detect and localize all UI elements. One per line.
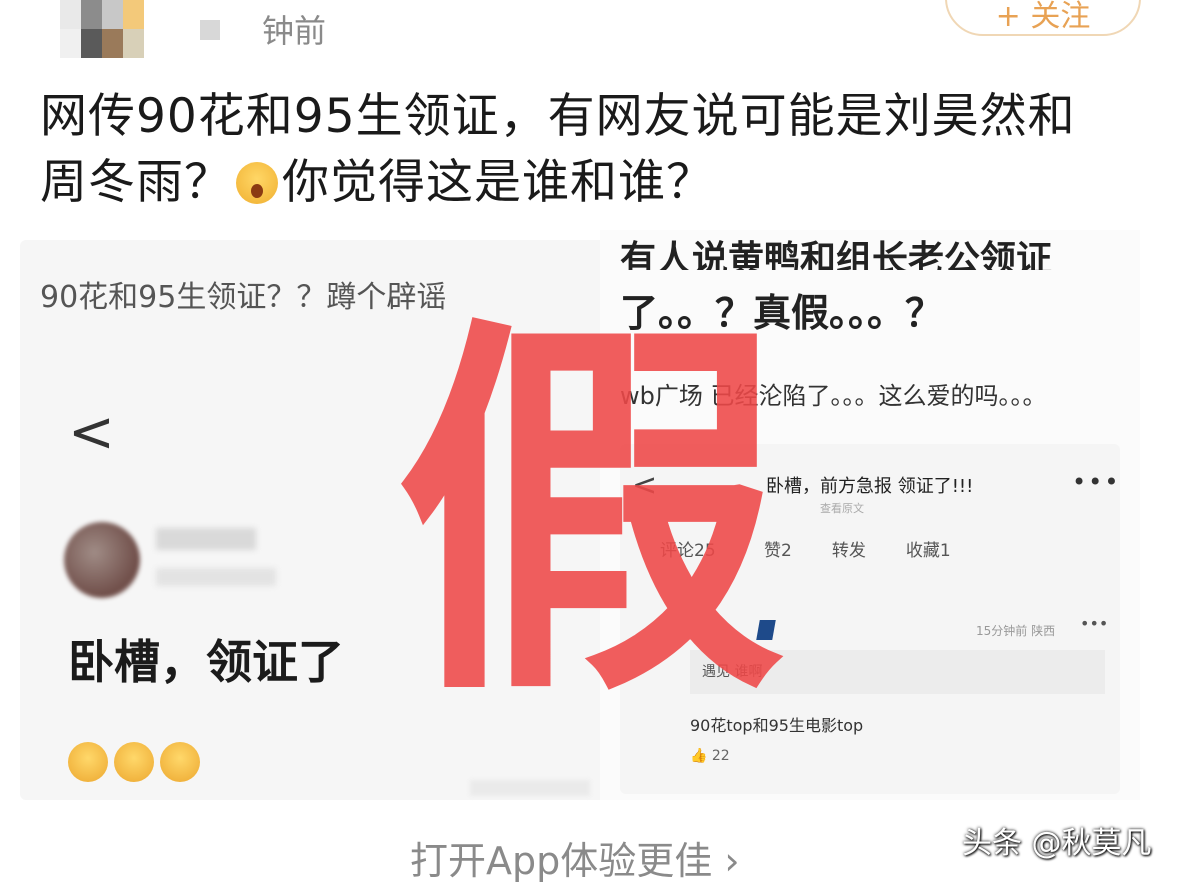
post-line-2: 周冬雨？ 你觉得这是谁和谁？ [40,150,1120,216]
worried-face-icon [160,742,200,782]
card-title: 卧槽，前方急报 领证了!!! [766,476,974,497]
blurred-avatar [64,522,140,598]
more-icon: ••• [1072,468,1121,496]
worried-face-icon [68,742,108,782]
username-blurred [200,20,220,40]
shocked-face-icon [236,162,278,204]
post-line-2b: 你觉得这是谁和谁？ [282,155,714,210]
weibo-card: < 卧槽，前方急报 领证了!!! 查看原文 ••• 评论25 赞2 转发 收藏1… [620,444,1120,794]
worried-face-icon [114,742,154,782]
blurred-subtitle [156,568,276,586]
left-big-text: 卧槽，领证了 [68,635,344,689]
right-line-3: wb广场 已经沦陷了。。。这么爱的吗。。。 [620,382,1047,410]
blurred-watermark [470,780,590,796]
post-line-1: 网传90花和95生领证，有网友说可能是刘昊然和 [40,89,1076,144]
card-tabs: 赞2 转发 收藏1 [764,536,951,561]
post-image[interactable]: 90花和95生领证？？蹲个辟谣 < 卧槽，领证了 有人说黄鸭和组长老公领证 了。… [0,230,1177,830]
follow-button[interactable]: + 关注 [945,0,1141,36]
right-screenshot: 有人说黄鸭和组长老公领证 了。。？真假。。。？ wb广场 已经沦陷了。。。这么爱… [600,230,1140,800]
comment-likes: 👍 22 [690,748,730,764]
left-screenshot: 90花和95生领证？？蹲个辟谣 < 卧槽，领证了 [20,240,610,800]
badge-icon [756,620,776,640]
back-arrow-icon: < [68,400,115,465]
comment-quote: 遇见 谁啊 [690,650,1105,694]
post-time: 钟前 [262,12,327,50]
open-app-link[interactable]: 打开App体验更佳 › [410,830,740,885]
avatar[interactable] [60,0,165,58]
comment-time: 15分钟前 陕西 [976,624,1056,638]
tab-comments: 评论25 [660,541,716,561]
tab-favorites: 收藏1 [905,541,951,561]
comment-more-icon: ••• [1080,614,1109,633]
tab-likes: 赞2 [764,541,792,561]
back-arrow-icon: < [632,468,658,503]
tab-reposts: 转发 [831,541,866,561]
card-subtitle: 查看原文 [820,502,864,515]
right-line-2: 了。。？真假。。。？ [620,291,944,335]
like-count: 22 [711,748,730,764]
watermark: 头条 @秋莫凡 [962,826,1152,861]
blurred-name [156,528,256,550]
comment-body: 90花top和95生电影top [690,716,864,735]
right-line-1: 有人说黄鸭和组长老公领证 [620,239,1053,270]
left-title: 90花和95生领证？？蹲个辟谣 [40,280,447,315]
post-text: 网传90花和95生领证，有网友说可能是刘昊然和 周冬雨？ 你觉得这是谁和谁？ [40,84,1120,216]
post-line-2a: 周冬雨？ [40,155,232,210]
worried-faces [68,742,200,782]
